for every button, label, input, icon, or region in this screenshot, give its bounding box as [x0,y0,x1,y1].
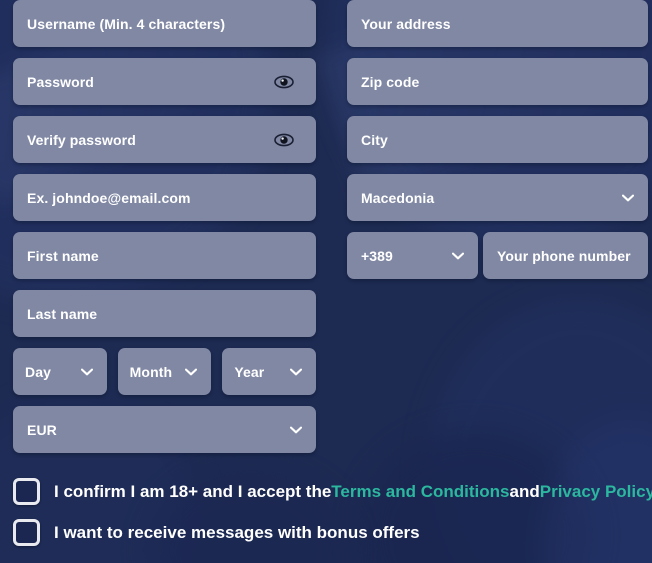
eye-icon[interactable] [274,133,294,147]
age-terms-checkbox[interactable] [13,478,40,505]
city-placeholder: City [361,131,388,148]
phone-country-code-select[interactable]: +389 [347,232,478,279]
phone-country-code-value: +389 [361,247,393,264]
zip-code-placeholder: Zip code [361,73,420,90]
age-terms-label: I confirm I am 18+ and I accept theTerms… [54,482,652,502]
age-terms-text-between: and [509,481,540,501]
age-terms-text-before: I confirm I am 18+ and I accept the [54,481,332,501]
chevron-down-icon[interactable] [290,368,303,376]
birth-date-row: Day Month Year [13,348,317,395]
birth-day-value: Day [25,363,51,380]
email-field[interactable]: Ex. johndoe@email.com [13,174,316,221]
zip-code-field[interactable]: Zip code [347,58,648,105]
form-left-column: Username (Min. 4 characters) Password Ve… [13,0,317,464]
verify-password-placeholder: Verify password [27,131,136,148]
chevron-down-icon[interactable] [80,368,93,376]
chevron-down-icon[interactable] [185,368,198,376]
birth-month-value: Month [129,363,173,380]
birth-day-select[interactable]: Day [13,348,107,395]
phone-row: +389 Your phone number [347,232,648,279]
last-name-field[interactable]: Last name [13,290,316,337]
chevron-down-icon[interactable] [622,194,634,202]
bonus-offers-label: I want to receive messages with bonus of… [54,522,420,542]
country-value: Macedonia [361,189,435,206]
username-field[interactable]: Username (Min. 4 characters) [13,0,316,47]
phone-number-field[interactable]: Your phone number [483,232,648,279]
form-right-column: Your address Zip code City Macedonia +38… [347,0,648,290]
password-placeholder: Password [27,73,94,90]
privacy-policy-link[interactable]: Privacy Policy [540,482,652,501]
address-placeholder: Your address [361,15,451,32]
terms-and-conditions-link[interactable]: Terms and Conditions [331,482,509,501]
bonus-consent-row: I want to receive messages with bonus of… [13,519,643,546]
birth-year-value: Year [234,363,265,380]
birth-month-select[interactable]: Month [117,348,212,395]
phone-number-placeholder: Your phone number [497,247,631,264]
username-placeholder: Username (Min. 4 characters) [27,15,226,32]
age-terms-consent-row: I confirm I am 18+ and I accept theTerms… [13,478,652,505]
city-field[interactable]: City [347,116,648,163]
consent-section: I confirm I am 18+ and I accept theTerms… [13,478,652,560]
currency-select[interactable]: EUR [13,406,316,453]
last-name-placeholder: Last name [27,305,98,322]
birth-year-select[interactable]: Year [222,348,317,395]
registration-form: Username (Min. 4 characters) Password Ve… [0,0,652,563]
verify-password-field[interactable]: Verify password [13,116,316,163]
address-field[interactable]: Your address [347,0,648,47]
chevron-down-icon[interactable] [452,252,464,260]
first-name-field[interactable]: First name [13,232,316,279]
chevron-down-icon[interactable] [290,426,302,434]
bonus-offers-checkbox[interactable] [13,519,40,546]
first-name-placeholder: First name [27,247,99,264]
email-placeholder: Ex. johndoe@email.com [27,189,191,206]
password-field[interactable]: Password [13,58,316,105]
eye-icon[interactable] [274,75,294,89]
currency-value: EUR [27,421,57,438]
country-select[interactable]: Macedonia [347,174,648,221]
